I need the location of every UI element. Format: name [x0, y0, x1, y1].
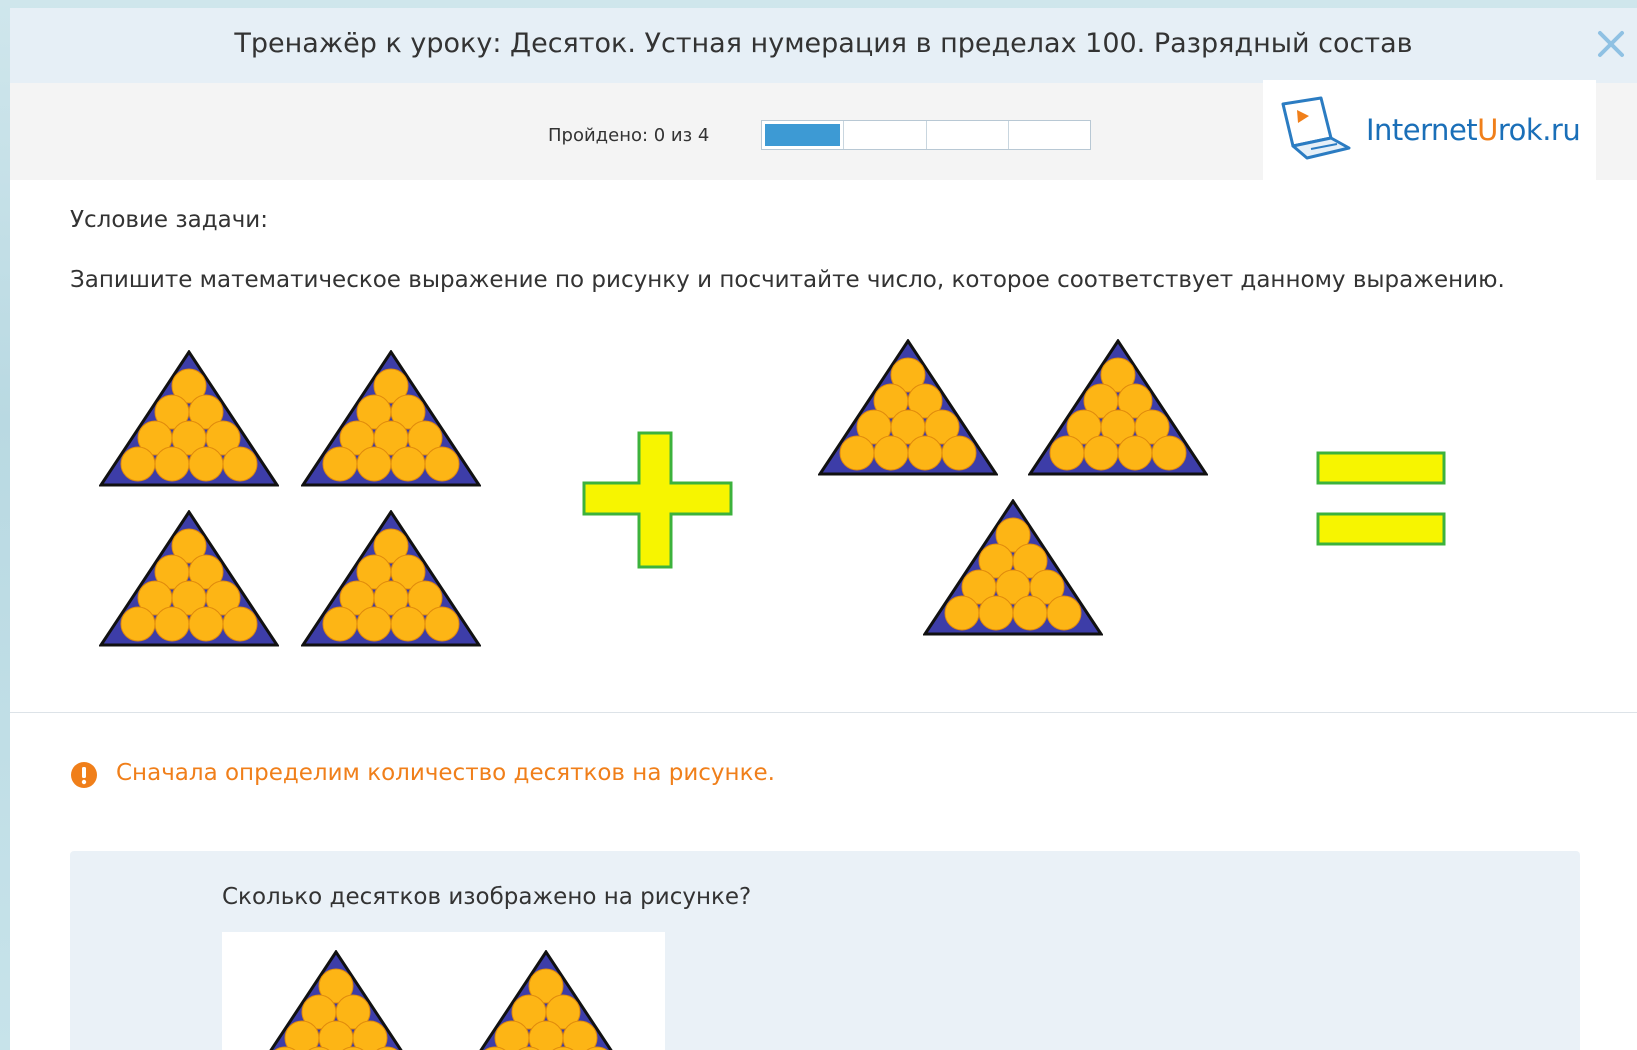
close-icon — [1598, 31, 1624, 57]
ten-balls-triangle-icon — [923, 499, 1103, 636]
progress-segment — [762, 121, 845, 149]
laptop-play-icon — [1281, 96, 1351, 160]
condition-title: Условие задачи: — [70, 207, 269, 233]
site-logo[interactable]: InternetUrok.ru — [1263, 80, 1596, 180]
progress-segment — [927, 121, 1009, 149]
plus-sign-icon — [582, 431, 733, 569]
ten-balls-triangle-icon — [99, 350, 279, 487]
ten-balls-triangle-icon — [301, 350, 481, 487]
close-button[interactable] — [1591, 24, 1631, 64]
task-picture — [10, 328, 1637, 698]
ten-balls-triangle-icon — [246, 950, 426, 1050]
section-divider — [10, 712, 1637, 713]
equals-sign-icon — [1316, 451, 1446, 546]
window-title: Тренажёр к уроку: Десяток. Устная нумера… — [234, 28, 1413, 59]
trainer-window: Тренажёр к уроку: Десяток. Устная нумера… — [10, 8, 1637, 1050]
question-text: Сколько десятков изображено на рисунке? — [222, 884, 752, 910]
question-image — [222, 932, 665, 1050]
progress-segment — [844, 121, 927, 149]
ten-balls-triangle-icon — [818, 339, 998, 476]
progress-label: Пройдено: 0 из 4 — [548, 125, 710, 146]
ten-balls-triangle-icon — [301, 510, 481, 647]
progress-bar — [761, 120, 1091, 150]
question-panel: Сколько десятков изображено на рисунке? — [70, 851, 1580, 1050]
hint-text: Сначала определим количество десятков на… — [116, 760, 775, 786]
progress-segment — [1009, 121, 1090, 149]
title-bar: Тренажёр к уроку: Десяток. Устная нумера… — [10, 8, 1637, 83]
ten-balls-triangle-icon — [1028, 339, 1208, 476]
ten-balls-triangle-icon — [99, 510, 279, 647]
condition-text: Запишите математическое выражение по рис… — [70, 267, 1505, 293]
logo-text: InternetUrok.ru — [1366, 113, 1581, 147]
ten-balls-triangle-icon — [456, 950, 636, 1050]
warning-icon — [71, 762, 97, 788]
